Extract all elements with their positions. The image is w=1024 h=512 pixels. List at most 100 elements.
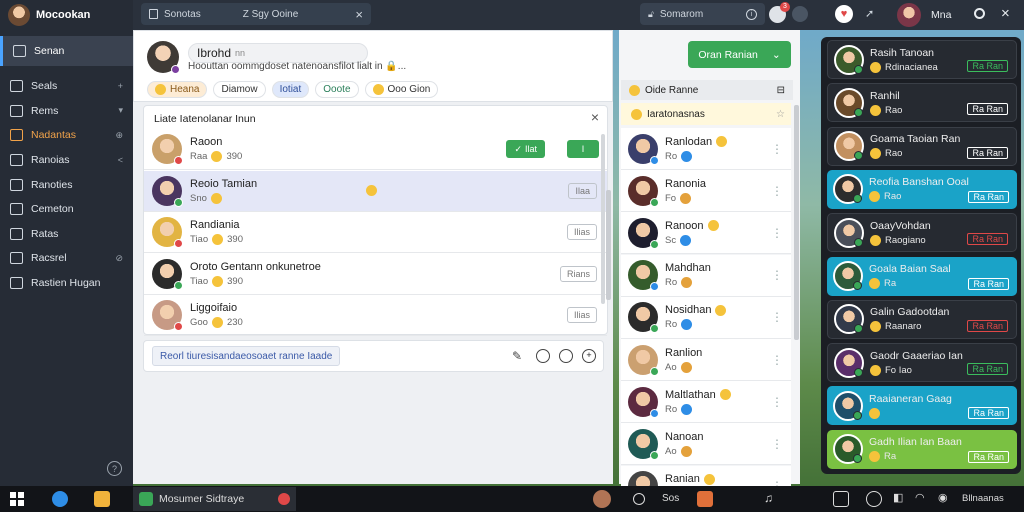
call-button[interactable]: I <box>567 140 599 158</box>
user-avatar[interactable] <box>897 3 921 27</box>
avatar[interactable] <box>628 175 659 207</box>
filter-icon[interactable]: ⊟ <box>777 85 785 96</box>
avatar[interactable] <box>152 217 183 248</box>
avatar[interactable] <box>834 347 864 378</box>
contact-row[interactable]: Oroto Gentann onkunetroe Tiao 390 Rians <box>144 254 607 295</box>
sidebar-item-6[interactable]: Cemeton <box>0 197 133 222</box>
pen-icon[interactable]: ✎ <box>512 349 522 363</box>
member-row[interactable]: Ranonia Fo ⋮ <box>621 170 791 213</box>
sidebar-item-5[interactable]: Ranoties <box>0 172 133 197</box>
member-row[interactable]: Maltlathan Ro ⋮ <box>621 381 791 424</box>
post-author[interactable]: Ibrohd <box>197 46 231 60</box>
clock-icon[interactable] <box>536 349 550 363</box>
more-icon[interactable]: ⋮ <box>771 353 783 367</box>
contact-row[interactable]: Reoio Tamian Sno Ilaa <box>144 170 607 212</box>
chat-bubble[interactable]: Raaianeran Gaag Ra Ran <box>827 386 1017 426</box>
heart-icon[interactable]: ♥ <box>835 5 853 23</box>
member-row[interactable]: Ranlodan Ro ⋮ <box>621 128 791 170</box>
browser-icon[interactable] <box>52 491 68 507</box>
avatar[interactable] <box>628 344 659 376</box>
avatar[interactable] <box>833 434 863 465</box>
folder-icon[interactable] <box>94 491 110 507</box>
sidebar-item-indicator[interactable]: ⊘ <box>115 253 123 264</box>
info-icon[interactable]: i <box>746 8 757 20</box>
active-app[interactable]: Mosumer Sidtraye <box>133 487 296 511</box>
help-icon[interactable]: ? <box>107 461 122 476</box>
chat-icon[interactable] <box>833 491 849 507</box>
chat-bubble[interactable]: Ranhil Rao Ra Ran <box>827 83 1017 123</box>
member-row[interactable]: Nanoan Ao ⋮ <box>621 423 791 466</box>
chat-bubble[interactable]: Galin Gadootdan Raanaro Ra Ran <box>827 299 1017 339</box>
search-icon[interactable] <box>974 8 985 19</box>
avatar[interactable] <box>833 261 863 291</box>
sidebar-item-1[interactable]: Seals + <box>0 74 133 99</box>
pin-icon[interactable]: ➚ <box>865 7 874 20</box>
chat-bubble[interactable]: Gadh Ilian Ian Baan Ra Ra Ran <box>827 429 1017 469</box>
right-scrollbar[interactable] <box>794 105 799 340</box>
chip-2[interactable]: Iotiat <box>271 81 310 98</box>
sidebar-item-indicator[interactable]: + <box>118 81 123 91</box>
status-tag[interactable]: Rians <box>559 265 597 282</box>
chip-0[interactable]: Heana <box>147 81 208 98</box>
post-header[interactable]: Ibrohd nn <box>188 43 368 63</box>
more-icon[interactable]: ⋮ <box>771 142 783 156</box>
member-row[interactable]: Ranoon Sc ⋮ <box>621 212 791 255</box>
avatar[interactable] <box>834 304 864 335</box>
close-icon[interactable]: × <box>1001 5 1010 22</box>
avatar[interactable] <box>834 87 864 118</box>
star-icon[interactable]: ☆ <box>776 109 785 120</box>
compose-input[interactable]: Reorl tiuresisandaeosoaet ranne Iaade <box>152 346 341 366</box>
chat-bubble[interactable]: Goala Baian Saal Ra Ra Ran <box>827 256 1017 296</box>
more-icon[interactable]: ⋮ <box>771 395 783 409</box>
member-row[interactable]: Mahdhan Ro ⋮ <box>621 254 791 297</box>
contact-row[interactable]: Raoon Raa 390 ✓ Ilat I <box>144 129 607 170</box>
chat-bubble[interactable]: Reofia Banshan Ooal Rao Ra Ran <box>827 169 1017 209</box>
chat-bubble[interactable]: Rasih Tanoan Rdinacianea Ra Ran <box>827 40 1017 79</box>
chip-3[interactable]: Ooote <box>315 81 359 98</box>
avatar[interactable] <box>628 133 659 165</box>
sidebar-item-indicator[interactable]: < <box>118 155 123 165</box>
search-input[interactable]: Somarom <box>660 9 703 20</box>
contact-row[interactable]: Randiania Tiao 390 Ilias <box>144 212 607 253</box>
sidebar-item-7[interactable]: Ratas <box>0 222 133 247</box>
more-icon[interactable]: ⋮ <box>771 268 783 282</box>
chat-bubble[interactable]: Goama Taoian Ran Rao Ra Ran <box>827 126 1017 166</box>
windows-icon[interactable] <box>9 491 25 507</box>
chip-1[interactable]: Diamow <box>213 81 266 98</box>
camera-icon[interactable]: ◧ <box>893 491 909 507</box>
tab-secondary[interactable]: Z Sgy Ooine <box>243 9 299 20</box>
avatar[interactable] <box>833 174 863 205</box>
chat-bubble[interactable]: OaayVohdan Raogiano Ra Ran <box>827 213 1017 253</box>
more-icon[interactable]: ⋮ <box>771 310 783 324</box>
contact-row[interactable]: Liggoifaio Goo 230 Ilias <box>144 295 607 336</box>
sidebar-item-4[interactable]: Ranoias < <box>0 148 133 173</box>
app-tray-icon[interactable] <box>697 491 713 507</box>
avatar[interactable] <box>834 217 864 248</box>
close-icon[interactable]: × <box>355 7 363 22</box>
avatar[interactable] <box>8 4 30 26</box>
volume-icon[interactable]: ◉ <box>938 491 954 507</box>
sidebar-item-indicator[interactable]: ⊕ <box>115 130 123 141</box>
avatar[interactable] <box>833 390 863 421</box>
music-icon[interactable]: ♫ <box>764 491 780 507</box>
tab-sonotas[interactable]: Sonotas <box>164 9 201 20</box>
chat-bubble[interactable]: Gaodr Gaaeriao Ian Fo Iao Ra Ran <box>827 343 1017 383</box>
primary-button[interactable]: Oran Ranian ⌄ <box>688 41 791 68</box>
globe-icon[interactable] <box>866 491 882 507</box>
member-row[interactable]: Ranlion Ao ⋮ <box>621 339 791 381</box>
avatar[interactable] <box>147 41 180 74</box>
sidebar-item-0[interactable]: Senan <box>0 36 133 66</box>
sidebar-item-3[interactable]: Nadantas ⊕ <box>0 123 133 148</box>
avatar[interactable] <box>152 134 183 165</box>
more-icon[interactable]: ⋮ <box>771 437 783 451</box>
chip-4[interactable]: Ooo Gion <box>364 81 439 98</box>
avatar[interactable] <box>593 490 611 508</box>
sidebar-item-2[interactable]: Rems ▾ <box>0 99 133 124</box>
sidebar-item-8[interactable]: Racsrel ⊘ <box>0 246 133 271</box>
avatar[interactable] <box>628 386 659 418</box>
member-row[interactable]: Nosidhan Ro ⋮ <box>621 296 791 339</box>
main-scrollbar[interactable] <box>606 190 611 300</box>
tab-bar[interactable]: Sonotas Z Sgy Ooine × <box>141 3 371 25</box>
mic-icon[interactable] <box>792 6 808 22</box>
emoji-icon[interactable] <box>559 349 573 363</box>
